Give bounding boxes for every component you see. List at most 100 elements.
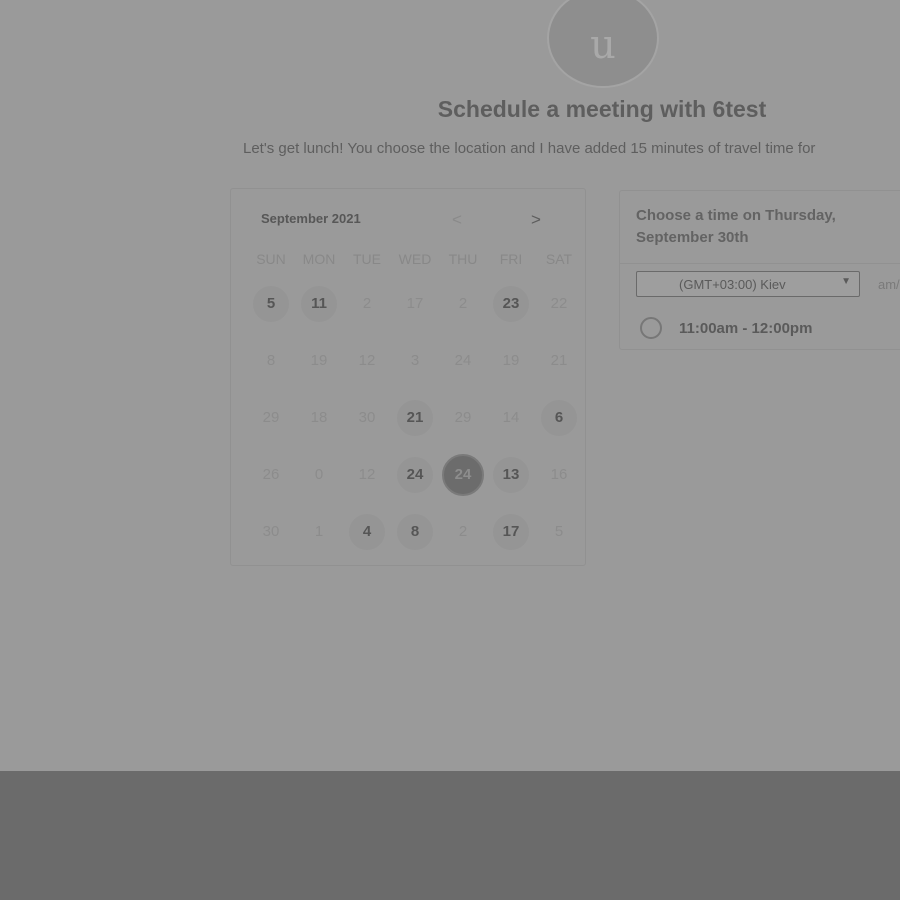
calendar-day-available[interactable]: 13: [487, 456, 535, 494]
weekday-mon: MON: [302, 251, 336, 267]
calendar-day-number: 23: [493, 285, 529, 322]
calendar-day-unavailable: 2: [439, 285, 487, 323]
calendar-day-unavailable: 3: [391, 342, 439, 380]
calendar-day-number: 19: [502, 352, 520, 369]
calendar-day-number: 30: [358, 409, 376, 426]
calendar-day-number: 16: [550, 466, 568, 483]
calendar-day-number: 4: [349, 513, 385, 550]
calendar-day-unavailable: 19: [295, 342, 343, 380]
calendar-day-number: 24: [454, 352, 472, 369]
calendar-day-number: 14: [502, 409, 520, 426]
calendar-day-available[interactable]: 21: [391, 399, 439, 437]
time-selection-panel: Choose a time on Thursday, September 30t…: [619, 190, 900, 350]
calendar-day-available[interactable]: 24: [391, 456, 439, 494]
time-slot-label: 11:00am - 12:00pm: [679, 319, 813, 337]
calendar-day-unavailable: 5: [535, 513, 583, 551]
calendar-day-unavailable: 21: [535, 342, 583, 380]
calendar-week-row: 26 0 12 24 24 13 16: [247, 446, 583, 503]
calendar-day-available[interactable]: 17: [487, 513, 535, 551]
calendar-day-unavailable: 29: [247, 399, 295, 437]
weekday-sun: SUN: [256, 251, 286, 267]
calendar-day-unavailable: 26: [247, 456, 295, 494]
calendar-day-unavailable: 14: [487, 399, 535, 437]
calendar-day-number: 6: [541, 399, 577, 436]
calendar-day-unavailable: 17: [391, 285, 439, 323]
calendar-day-number: 17: [493, 513, 529, 550]
time-panel-heading: Choose a time on Thursday, September 30t…: [636, 207, 836, 246]
calendar-day-number: 29: [454, 409, 472, 426]
calendar-day-number: 5: [253, 285, 289, 322]
weekday-fri: FRI: [499, 251, 523, 267]
calendar-day-number: 0: [314, 466, 324, 483]
timezone-select[interactable]: (GMT+03:00) Kiev ▼: [636, 271, 860, 297]
avatar-letter: u: [590, 22, 616, 68]
calendar-day-number: 24: [442, 453, 484, 496]
calendar-day-unavailable: 1: [295, 513, 343, 551]
calendar-day-unavailable: 18: [295, 399, 343, 437]
calendar-day-number: 30: [262, 523, 280, 540]
calendar-day-unavailable: 12: [343, 342, 391, 380]
meeting-description: Let's get lunch! You choose the location…: [243, 140, 816, 157]
weekday-tue: TUE: [353, 251, 381, 267]
calendar-day-available[interactable]: 6: [535, 399, 583, 437]
calendar-day-number: 1: [314, 523, 324, 540]
calendar-day-available[interactable]: 5: [247, 285, 295, 323]
calendar-day-available[interactable]: 4: [343, 513, 391, 551]
divider: [620, 263, 900, 264]
calendar-day-unavailable: 2: [439, 513, 487, 551]
calendar-day-number: 8: [266, 352, 276, 369]
radio-button[interactable]: [640, 317, 662, 339]
calendar-day-unavailable: 0: [295, 456, 343, 494]
calendar-week-row: 8 19 12 3 24 19 21: [247, 332, 583, 389]
weekday-sat: SAT: [545, 251, 573, 267]
calendar-day-unavailable: 29: [439, 399, 487, 437]
calendar-day-number: 21: [550, 352, 568, 369]
calendar-day-number: 17: [406, 295, 424, 312]
calendar-week-row: 5 11 2 17 2 23 22: [247, 275, 583, 332]
calendar-day-number: 22: [550, 295, 568, 312]
calendar-day-number: 2: [362, 295, 372, 312]
calendar-day-number: 29: [262, 409, 280, 426]
calendar-day-unavailable: 24: [439, 342, 487, 380]
calendar-day-unavailable: 12: [343, 456, 391, 494]
weekday-header: SUN MON TUE WED THU FRI SAT: [247, 251, 583, 267]
page-footer-band: [0, 771, 900, 900]
date-picker-calendar: September 2021 < > SUN MON TUE WED THU F…: [230, 188, 586, 566]
time-format-toggle[interactable]: am/: [878, 277, 900, 292]
weekday-thu: THU: [448, 251, 478, 267]
calendar-week-row: 30 1 4 8 2 17 5: [247, 503, 583, 560]
calendar-day-number: 24: [397, 456, 433, 493]
calendar-day-unavailable: 16: [535, 456, 583, 494]
calendar-day-number: 8: [397, 513, 433, 550]
calendar-day-unavailable: 19: [487, 342, 535, 380]
calendar-grid: 5 11 2 17 2 23 22 8 19 12 3 24 19 21 29 18 30 21 29 14 6 26 0 1…: [247, 275, 583, 560]
weekday-wed: WED: [398, 251, 432, 267]
calendar-day-number: 18: [310, 409, 328, 426]
calendar-day-number: 2: [458, 295, 468, 312]
calendar-day-unavailable: 2: [343, 285, 391, 323]
calendar-day-number: 12: [358, 466, 376, 483]
calendar-day-unavailable: 22: [535, 285, 583, 323]
calendar-day-number: 26: [262, 466, 280, 483]
calendar-day-available[interactable]: 23: [487, 285, 535, 323]
calendar-day-number: 5: [554, 523, 564, 540]
calendar-day-selected[interactable]: 24: [439, 453, 487, 496]
calendar-day-number: 2: [458, 523, 468, 540]
calendar-day-number: 11: [301, 285, 337, 322]
next-month-button[interactable]: >: [531, 211, 541, 228]
host-avatar: u: [547, 0, 659, 88]
calendar-day-number: 21: [397, 399, 433, 436]
time-slot-option[interactable]: 11:00am - 12:00pm: [640, 317, 812, 339]
calendar-day-number: 3: [410, 352, 420, 369]
month-label: September 2021: [261, 211, 361, 226]
calendar-day-number: 13: [493, 456, 529, 493]
calendar-day-available[interactable]: 8: [391, 513, 439, 551]
calendar-week-row: 29 18 30 21 29 14 6: [247, 389, 583, 446]
calendar-day-unavailable: 30: [343, 399, 391, 437]
calendar-day-unavailable: 8: [247, 342, 295, 380]
calendar-day-available[interactable]: 11: [295, 285, 343, 323]
prev-month-button[interactable]: <: [452, 211, 462, 228]
calendar-day-unavailable: 30: [247, 513, 295, 551]
page-title: Schedule a meeting with 6test: [437, 96, 767, 122]
timezone-value: (GMT+03:00) Kiev: [679, 277, 786, 292]
